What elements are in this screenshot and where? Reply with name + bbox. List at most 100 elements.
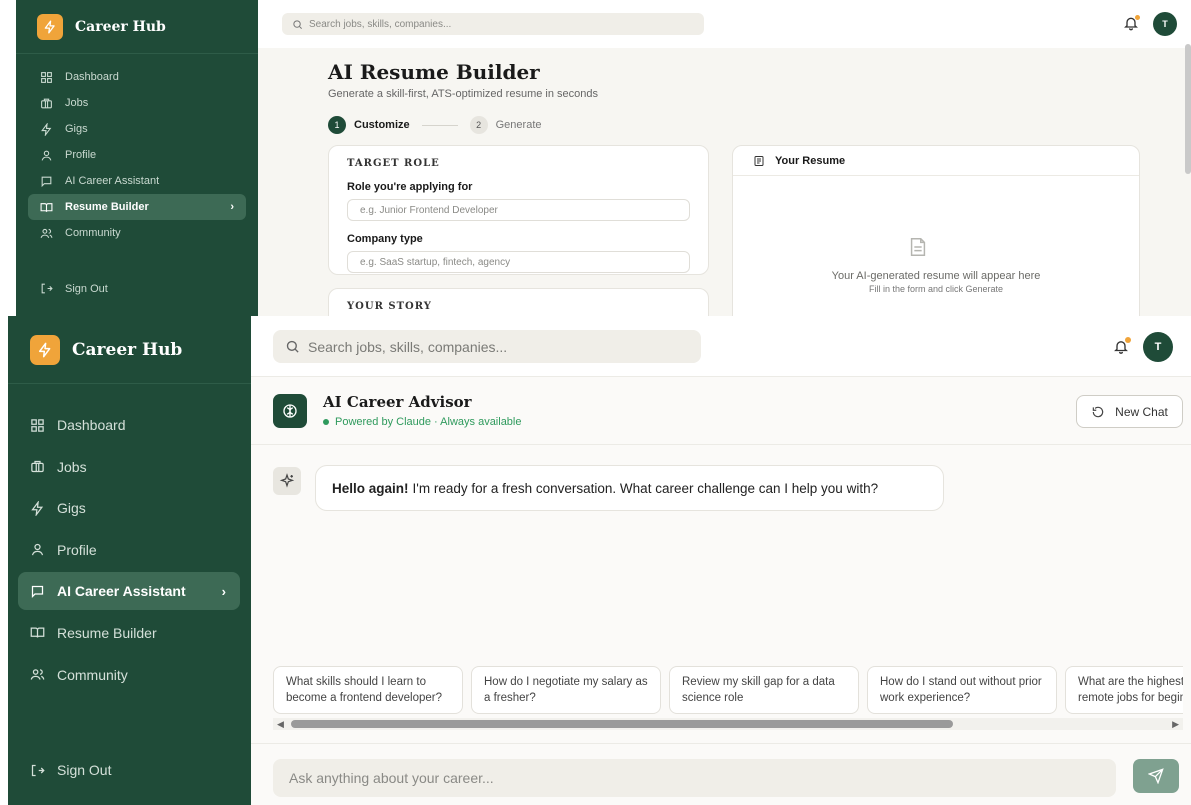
suggestion-chip[interactable]: How do I negotiate my salary as a freshe…: [471, 666, 661, 714]
sidebar-item-gigs[interactable]: Gigs: [28, 116, 246, 142]
sign-out-label: Sign Out: [57, 762, 112, 778]
sidebar-item-label: Dashboard: [65, 71, 119, 83]
top-header: Search jobs, skills, companies... T: [258, 0, 1191, 48]
document-icon: [754, 155, 764, 166]
chat-input[interactable]: Ask anything about your career...: [273, 759, 1116, 797]
sparkle-icon: [273, 467, 301, 495]
step-generate[interactable]: Generate: [496, 119, 542, 131]
sidebar-item-profile[interactable]: Profile: [28, 142, 246, 168]
notifications-button[interactable]: [1113, 337, 1131, 355]
chevron-right-icon: ›: [221, 583, 226, 599]
chevron-right-icon: ›: [230, 201, 234, 213]
search-input[interactable]: Search jobs, skills, companies...: [273, 330, 701, 363]
sidebar-item-community[interactable]: Community: [28, 220, 246, 246]
horizontal-scrollbar[interactable]: ◀ ▶: [273, 718, 1183, 730]
sidebar-item-ai-career-assistant[interactable]: AI Career Assistant ›: [18, 572, 240, 611]
chat-input-placeholder: Ask anything about your career...: [289, 770, 494, 786]
page-subtitle: Generate a skill-first, ATS-optimized re…: [328, 88, 599, 100]
chat-input-bar: Ask anything about your career...: [251, 743, 1191, 805]
sidebar-item-gigs[interactable]: Gigs: [18, 489, 240, 527]
brand-name: Career Hub: [75, 18, 166, 35]
sidebar-item-label: Jobs: [57, 458, 87, 475]
chat-icon: [31, 585, 44, 598]
scroll-thumb[interactable]: [291, 720, 953, 728]
step-customize[interactable]: Customize: [354, 119, 410, 131]
users-icon: [40, 228, 53, 238]
company-placeholder: e.g. SaaS startup, fintech, agency: [360, 256, 511, 268]
sidebar: Career Hub Dashboard Jobs Gigs Profile A…: [8, 316, 251, 805]
brand[interactable]: Career Hub: [16, 0, 258, 54]
suggestion-chip[interactable]: What are the highest paying remote jobs …: [1065, 666, 1183, 714]
advisor-status: Powered by Claude · Always available: [323, 416, 522, 428]
resume-builder-screen: Career Hub Dashboard Jobs Gigs Profile A…: [16, 0, 1191, 316]
refresh-icon: [1092, 406, 1104, 417]
suggestion-chip[interactable]: How do I stand out without prior work ex…: [867, 666, 1057, 714]
bolt-logo-icon: [37, 13, 63, 40]
sidebar-item-label: Resume Builder: [65, 201, 149, 213]
online-dot: [323, 419, 329, 425]
role-input[interactable]: e.g. Junior Frontend Developer: [347, 199, 690, 221]
notification-dot: [1125, 337, 1131, 343]
sidebar-item-jobs[interactable]: Jobs: [28, 90, 246, 116]
sidebar-item-jobs[interactable]: Jobs: [18, 448, 240, 486]
sidebar-item-community[interactable]: Community: [18, 656, 240, 694]
sidebar-item-resume-builder[interactable]: Resume Builder ›: [28, 194, 246, 220]
role-placeholder: e.g. Junior Frontend Developer: [360, 204, 498, 216]
suggestion-chip[interactable]: Review my skill gap for a data science r…: [669, 666, 859, 714]
sidebar-item-label: AI Career Assistant: [57, 583, 186, 600]
briefcase-icon: [31, 460, 44, 473]
sidebar-item-resume-builder[interactable]: Resume Builder: [18, 614, 240, 652]
company-input[interactable]: e.g. SaaS startup, fintech, agency: [347, 251, 690, 273]
avatar[interactable]: T: [1143, 332, 1173, 362]
search-placeholder: Search jobs, skills, companies...: [308, 338, 508, 355]
sidebar-item-label: AI Career Assistant: [65, 175, 160, 187]
step-number: 1: [328, 116, 346, 134]
bolt-icon: [31, 500, 44, 516]
brand[interactable]: Career Hub: [8, 316, 251, 384]
sidebar-item-dashboard[interactable]: Dashboard: [18, 406, 240, 444]
users-icon: [30, 669, 45, 680]
sign-out-button[interactable]: Sign Out: [40, 282, 108, 295]
suggestion-chip[interactable]: What skills should I learn to become a f…: [273, 666, 463, 714]
sign-out-button[interactable]: Sign Out: [30, 762, 111, 778]
message-text: I'm ready for a fresh conversation. What…: [412, 480, 879, 496]
sidebar-item-label: Dashboard: [57, 417, 126, 433]
resume-heading: Your Resume: [775, 154, 846, 167]
search-input[interactable]: Search jobs, skills, companies...: [282, 13, 704, 35]
brand-name: Career Hub: [72, 339, 183, 360]
notifications-button[interactable]: [1123, 15, 1140, 31]
sidebar-item-label: Jobs: [65, 97, 89, 109]
new-chat-label: New Chat: [1115, 404, 1168, 419]
section-title: YOUR STORY: [347, 301, 432, 312]
sign-out-icon: [31, 764, 45, 776]
sidebar-item-profile[interactable]: Profile: [18, 531, 240, 569]
scroll-left-arrow-icon[interactable]: ◀: [277, 719, 284, 730]
search-icon: [293, 19, 302, 29]
send-icon: [1148, 768, 1164, 784]
user-icon: [31, 544, 44, 556]
resume-preview-card: Your Resume Your AI-generated resume wil…: [732, 145, 1140, 316]
avatar[interactable]: T: [1153, 12, 1177, 36]
empty-document-icon: [910, 238, 926, 256]
bolt-icon: [41, 122, 52, 136]
brain-icon: [273, 394, 307, 428]
vertical-scrollbar[interactable]: [1185, 44, 1191, 174]
suggestion-list: What skills should I learn to become a f…: [273, 666, 1183, 716]
screen-collage: Career Hub Dashboard Jobs Gigs Profile A…: [0, 0, 1191, 805]
sidebar-item-ai-career-assistant[interactable]: AI Career Assistant: [28, 168, 246, 194]
role-label: Role you're applying for: [347, 181, 473, 193]
search-placeholder: Search jobs, skills, companies...: [309, 18, 452, 30]
advisor-subtitle: Powered by Claude · Always available: [335, 416, 522, 428]
dashboard-icon: [41, 71, 52, 83]
scroll-right-arrow-icon[interactable]: ▶: [1172, 719, 1179, 730]
book-icon: [30, 627, 45, 639]
sidebar-item-label: Gigs: [65, 123, 88, 135]
resume-builder-header: AI Resume Builder Generate a skill-first…: [328, 60, 1158, 134]
assistant-message: Hello again! I'm ready for a fresh conve…: [315, 465, 944, 511]
new-chat-button[interactable]: New Chat: [1076, 395, 1183, 428]
book-icon: [40, 202, 53, 212]
sidebar-item-dashboard[interactable]: Dashboard: [28, 64, 246, 90]
sidebar-item-label: Community: [65, 227, 121, 239]
send-button[interactable]: [1133, 759, 1179, 793]
step-divider: [421, 124, 458, 126]
